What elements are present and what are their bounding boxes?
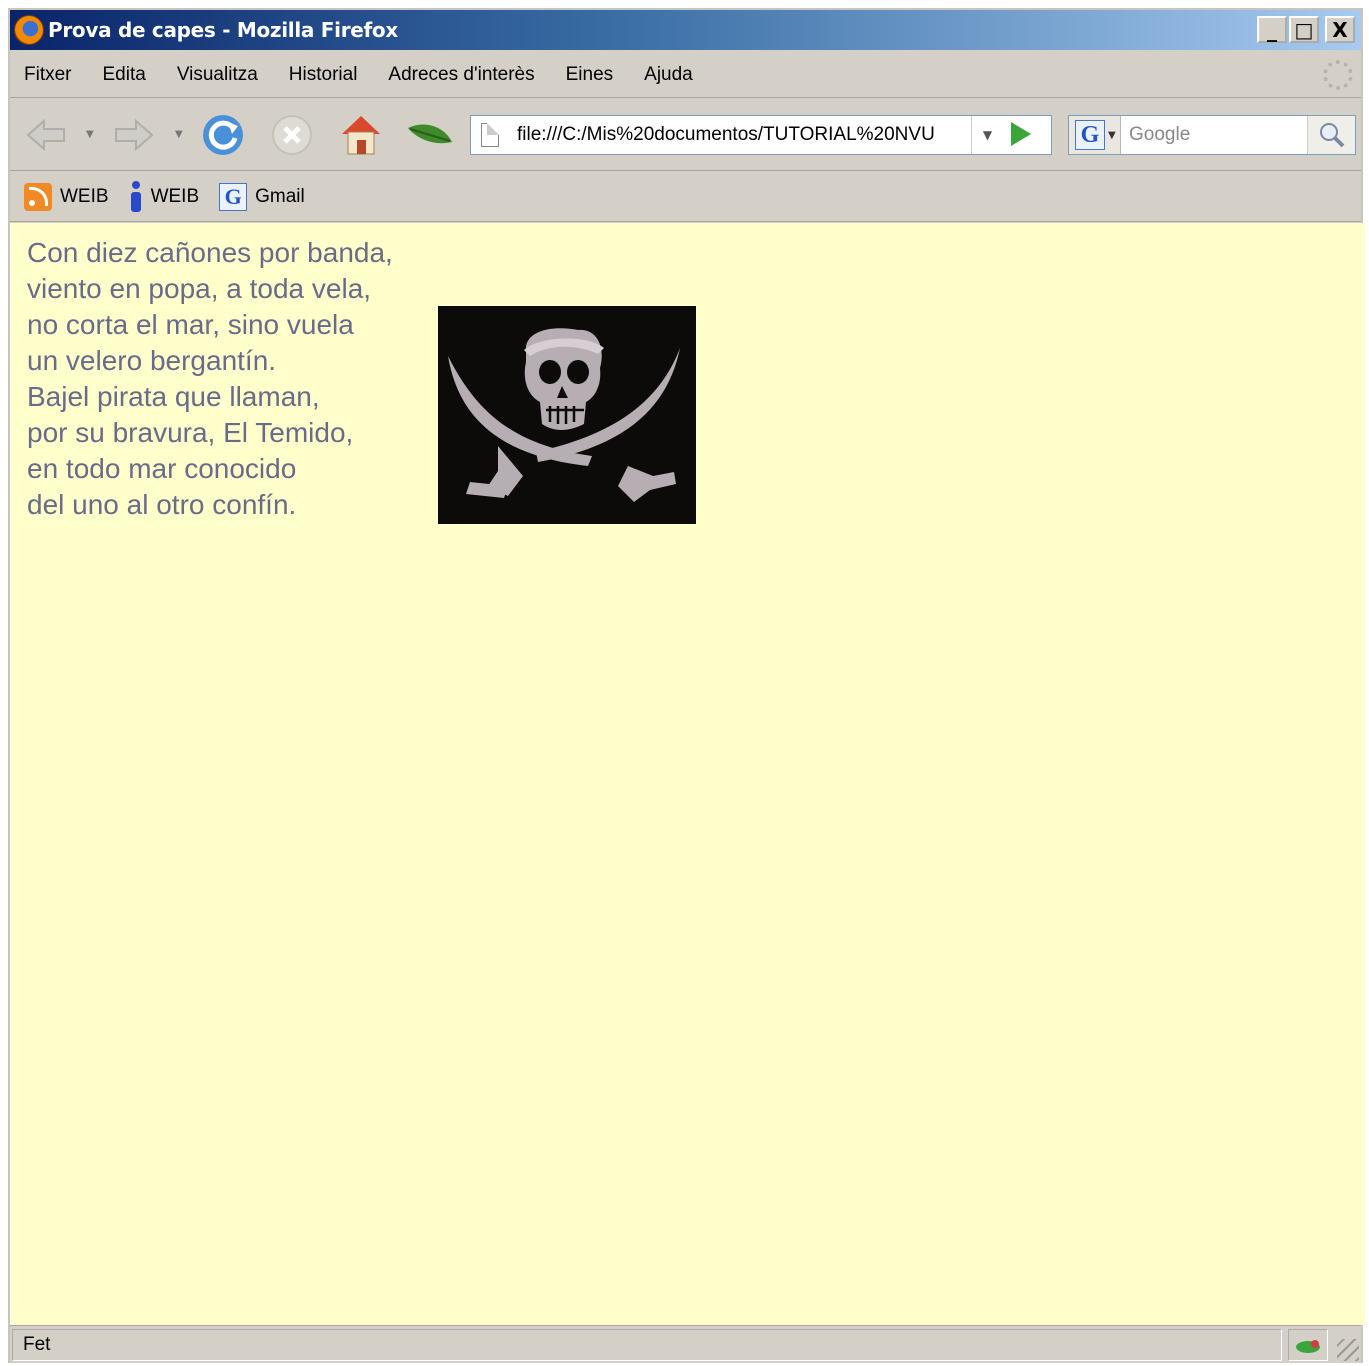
- poem-line: un velero bergantín.: [27, 345, 277, 376]
- search-box[interactable]: G ▼ Google: [1068, 115, 1356, 155]
- engine-dropdown-icon: ▼: [1108, 129, 1116, 141]
- stop-icon[interactable]: [268, 113, 316, 157]
- back-dropdown-icon[interactable]: ▼: [86, 129, 94, 140]
- url-bar[interactable]: file:///C:/Mis%20documentos/TUTORIAL%20N…: [470, 115, 1052, 155]
- poem-line: Bajel pirata que llaman,: [27, 381, 320, 412]
- info-icon: [129, 180, 143, 213]
- google-icon: G: [1075, 120, 1105, 150]
- bookmark-label: WEIB: [60, 185, 109, 207]
- menu-fitxer[interactable]: Fitxer: [24, 64, 72, 86]
- forward-icon[interactable]: [110, 113, 158, 157]
- forward-dropdown-icon[interactable]: ▼: [175, 129, 183, 140]
- poem-line: del uno al otro confín.: [27, 489, 297, 520]
- search-input[interactable]: Google: [1129, 124, 1299, 146]
- back-icon[interactable]: [22, 113, 70, 157]
- browser-window: Prova de capes - Mozilla Firefox _ □ X F…: [8, 8, 1365, 1363]
- close-button[interactable]: X: [1325, 16, 1355, 43]
- addon-status-icon[interactable]: [1288, 1329, 1328, 1361]
- poem-line: no corta el mar, sino vuela: [27, 309, 354, 340]
- magnifier-icon: [1319, 123, 1344, 148]
- window-controls: _ □ X: [1257, 16, 1355, 43]
- poem-line: por su bravura, El Temido,: [27, 417, 354, 448]
- throbber-icon: [1323, 60, 1353, 90]
- menu-edita[interactable]: Edita: [103, 64, 146, 86]
- pirate-flag-icon: [438, 306, 696, 524]
- google-icon: G: [219, 182, 248, 211]
- bookmark-label: Gmail: [255, 185, 305, 207]
- reload-icon[interactable]: [198, 113, 248, 157]
- search-button[interactable]: [1307, 116, 1355, 154]
- title-bar[interactable]: Prova de capes - Mozilla Firefox _ □ X: [10, 10, 1361, 50]
- menu-bar: Fitxer Edita Visualitza Historial Adrece…: [10, 52, 1361, 98]
- bookmarks-toolbar: WEIB WEIB G Gmail: [10, 172, 1361, 222]
- poem-line: en todo mar conocido: [27, 453, 297, 484]
- page-content: Con diez cañones por banda, viento en po…: [10, 223, 1365, 1325]
- url-dropdown-icon[interactable]: ▼: [971, 116, 1003, 154]
- bookmark-gmail[interactable]: G Gmail: [219, 182, 305, 211]
- menu-eines[interactable]: Eines: [566, 64, 614, 86]
- status-bar: Fet: [10, 1325, 1361, 1363]
- leaf-icon[interactable]: [404, 113, 456, 157]
- bookmark-weib-info[interactable]: WEIB: [129, 180, 200, 213]
- search-engine-selector[interactable]: G ▼: [1069, 116, 1121, 154]
- home-icon[interactable]: [336, 113, 386, 157]
- minimize-button[interactable]: _: [1257, 16, 1287, 43]
- firefox-icon: [14, 15, 44, 45]
- url-text[interactable]: file:///C:/Mis%20documentos/TUTORIAL%20N…: [517, 124, 965, 146]
- menu-historial[interactable]: Historial: [289, 64, 358, 86]
- poem-line: Con diez cañones por banda,: [27, 237, 393, 268]
- menu-adreces[interactable]: Adreces d'interès: [388, 64, 534, 86]
- navigation-toolbar: ▼ ▼ file:///C:/Mis%20documentos/TUTORIAL…: [10, 99, 1361, 171]
- status-text: Fet: [12, 1329, 1282, 1361]
- window-title: Prova de capes - Mozilla Firefox: [48, 18, 398, 42]
- bookmark-label: WEIB: [150, 185, 200, 207]
- rss-icon: [24, 182, 52, 211]
- maximize-button[interactable]: □: [1289, 16, 1319, 43]
- menu-visualitza[interactable]: Visualitza: [177, 64, 258, 86]
- go-icon[interactable]: [1011, 122, 1031, 146]
- menu-ajuda[interactable]: Ajuda: [644, 64, 693, 86]
- bookmark-weib-rss[interactable]: WEIB: [24, 182, 109, 211]
- page-icon: [481, 123, 499, 147]
- poem-text: Con diez cañones por banda, viento en po…: [27, 235, 393, 523]
- poem-line: viento en popa, a toda vela,: [27, 273, 372, 304]
- resize-grip-icon[interactable]: [1337, 1339, 1359, 1361]
